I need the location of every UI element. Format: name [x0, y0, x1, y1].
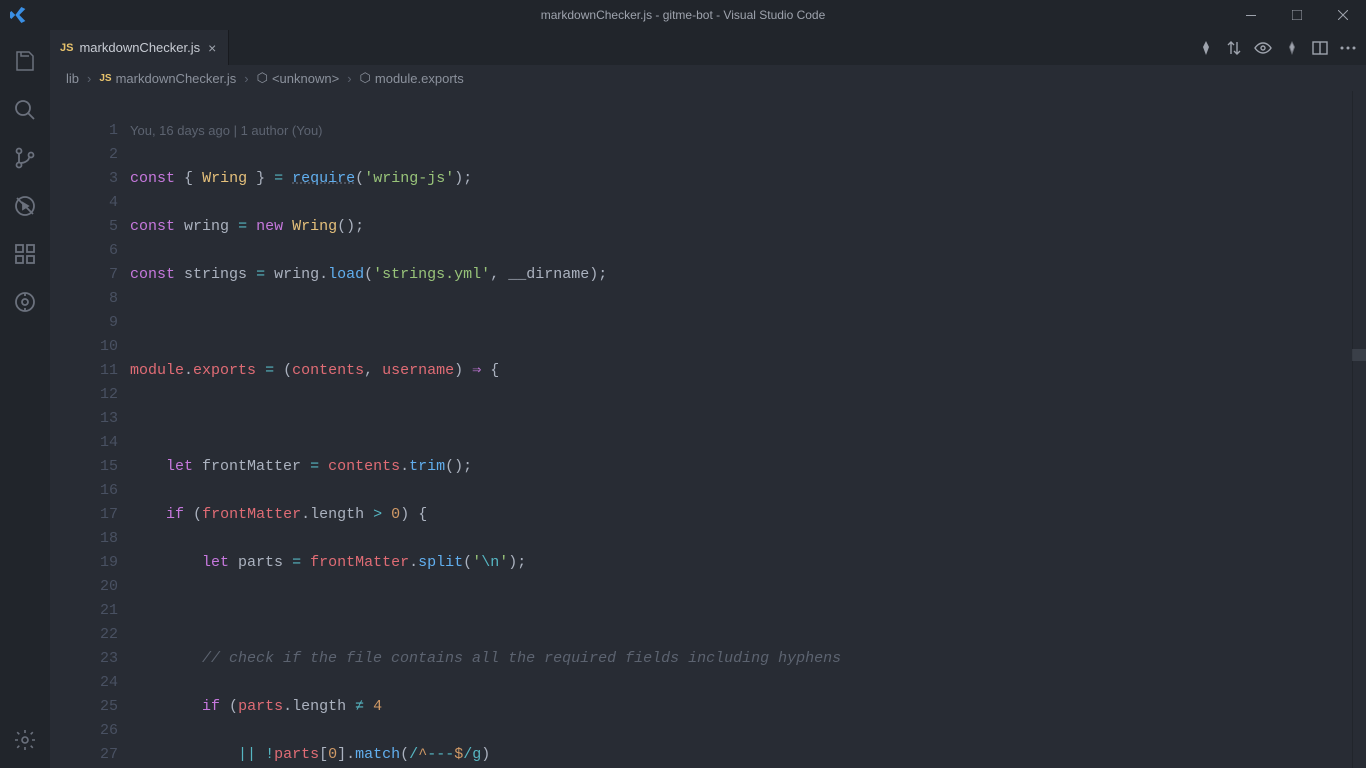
search-icon[interactable]: [1, 86, 49, 134]
breadcrumb-symbol-1[interactable]: <unknown>: [272, 71, 339, 86]
breadcrumb[interactable]: lib › JS markdownChecker.js › ⬡ <unknown…: [50, 65, 1366, 91]
titlebar: markdownChecker.js - gitme-bot - Visual …: [0, 0, 1366, 30]
maximize-button[interactable]: [1274, 0, 1320, 30]
close-button[interactable]: [1320, 0, 1366, 30]
tab-close-icon[interactable]: ×: [206, 40, 218, 56]
js-file-icon: JS: [99, 73, 111, 84]
minimap-slider[interactable]: [1352, 349, 1366, 361]
editor-actions: [1198, 30, 1366, 65]
symbol-icon: ⬡: [257, 70, 268, 86]
code-content[interactable]: You, 16 days ago | 1 author (You) const …: [118, 91, 1366, 768]
editor[interactable]: 1234567891011121314151617181920212223242…: [50, 91, 1366, 768]
toggle-file-blame-icon[interactable]: [1254, 42, 1272, 54]
app-logo: [0, 7, 35, 23]
explorer-icon[interactable]: [1, 38, 49, 86]
settings-gear-icon[interactable]: [1, 716, 49, 764]
breadcrumb-folder[interactable]: lib: [66, 71, 79, 86]
debug-icon[interactable]: [1, 182, 49, 230]
compare-changes-icon[interactable]: [1226, 40, 1242, 56]
window-title: markdownChecker.js - gitme-bot - Visual …: [541, 8, 826, 22]
minimap[interactable]: [1352, 91, 1366, 768]
line-numbers: 1234567891011121314151617181920212223242…: [50, 91, 118, 768]
revision-nav-icon[interactable]: [1284, 40, 1300, 56]
editor-area: JS markdownChecker.js × lib › JS markdow…: [50, 30, 1366, 768]
window-controls: [1228, 0, 1366, 30]
extensions-icon[interactable]: [1, 230, 49, 278]
activity-bar: [0, 30, 50, 768]
tab-markdownchecker[interactable]: JS markdownChecker.js ×: [50, 30, 229, 65]
source-control-icon[interactable]: [1, 134, 49, 182]
symbol-icon: ⬡: [360, 70, 371, 86]
split-editor-icon[interactable]: [1312, 40, 1328, 56]
gitlens-blame[interactable]: You, 16 days ago | 1 author (You): [118, 119, 1366, 143]
gitlens-icon[interactable]: [1, 278, 49, 326]
minimize-button[interactable]: [1228, 0, 1274, 30]
chevron-right-icon: ›: [244, 71, 248, 86]
breadcrumb-file[interactable]: markdownChecker.js: [116, 71, 237, 86]
tab-label: markdownChecker.js: [79, 40, 200, 55]
js-file-icon: JS: [60, 42, 73, 54]
more-actions-icon[interactable]: [1340, 46, 1356, 50]
gitlens-action-icon[interactable]: [1198, 40, 1214, 56]
breadcrumb-symbol-2[interactable]: module.exports: [375, 71, 464, 86]
chevron-right-icon: ›: [347, 71, 351, 86]
chevron-right-icon: ›: [87, 71, 91, 86]
tabs-row: JS markdownChecker.js ×: [50, 30, 1366, 65]
